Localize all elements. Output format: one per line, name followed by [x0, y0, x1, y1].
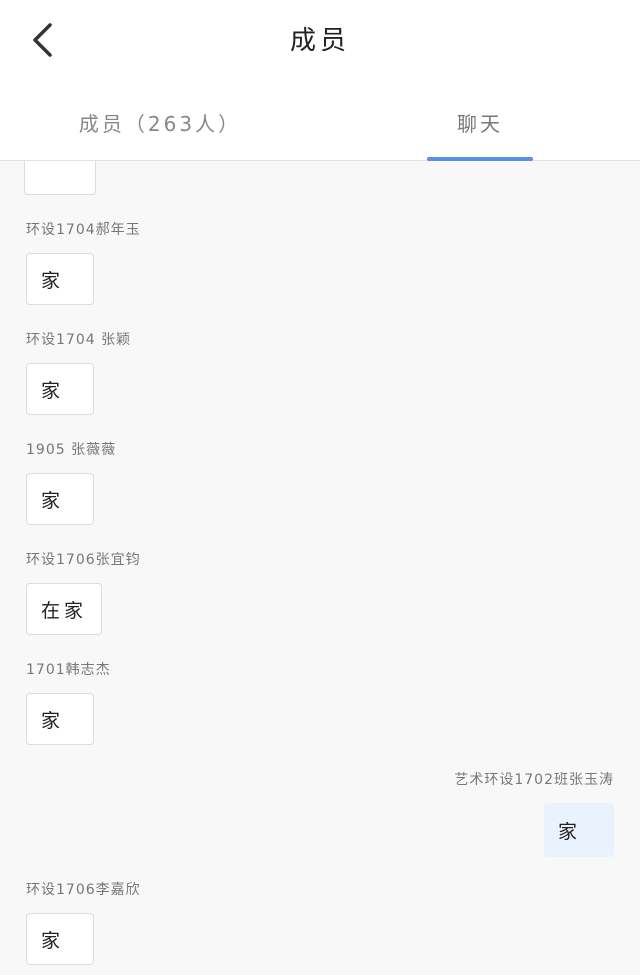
message-bubble[interactable]: 在家: [26, 583, 103, 635]
message-item-self: 艺术环设1702班张玉涛 家: [454, 771, 614, 857]
message-bubble-partial[interactable]: [24, 161, 96, 195]
message-bubble[interactable]: 家: [26, 363, 94, 415]
tab-bar: 成员（263人） 聊天: [0, 84, 640, 161]
message-sender: 1701韩志杰: [26, 662, 111, 678]
message-bubble-self[interactable]: 家: [544, 803, 614, 857]
message-bubble[interactable]: 家: [26, 473, 94, 525]
message-item: 环设1704郝年玉 家: [26, 221, 141, 305]
message-item: 环设1706张宜钧 在家: [26, 551, 141, 635]
tab-chat[interactable]: 聊天: [320, 84, 640, 161]
page-title: 成员: [289, 26, 350, 56]
top-bar: 成员: [0, 0, 640, 84]
message-item: 环设1706李嘉欣 家: [26, 881, 141, 965]
message-item: 1905 张薇薇 家: [26, 441, 116, 525]
message-bubble[interactable]: 家: [26, 913, 94, 965]
message-sender: 环设1704 张颖: [26, 332, 132, 348]
chat-message-list[interactable]: 环设1704郝年玉 家 环设1704 张颖 家 1905 张薇薇 家 环设170…: [0, 161, 640, 975]
message-sender: 环设1704郝年玉: [26, 222, 141, 238]
message-bubble[interactable]: 家: [26, 693, 94, 745]
message-item: 1701韩志杰 家: [26, 661, 111, 745]
tab-members[interactable]: 成员（263人）: [0, 84, 320, 160]
message-sender-self: 艺术环设1702班张玉涛: [454, 772, 614, 788]
message-sender: 环设1706张宜钧: [26, 552, 141, 568]
message-item: 环设1704 张颖 家: [26, 331, 131, 415]
message-bubble[interactable]: 家: [26, 253, 94, 305]
tab-chat-label: 聊天: [457, 111, 503, 136]
message-sender: 1905 张薇薇: [26, 442, 117, 458]
message-sender: 环设1706李嘉欣: [26, 882, 141, 898]
